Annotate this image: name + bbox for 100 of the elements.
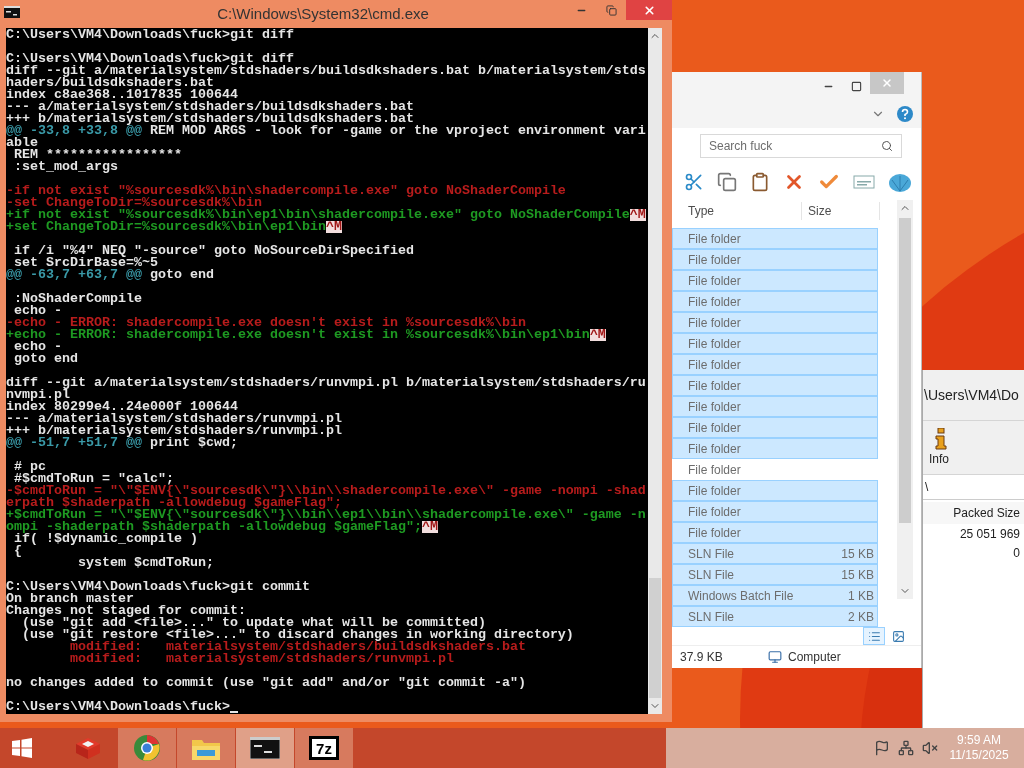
list-icon — [867, 629, 881, 643]
console-text: able — [6, 137, 38, 149]
scrollbar[interactable] — [897, 200, 913, 599]
console-icon — [4, 6, 20, 18]
console-text: +++ b/materialsystem/stdshaders/buildsdkshaders.bat — [6, 113, 414, 125]
console-text: C:\Users\VM4\Downloads\fuck>git diff — [6, 53, 294, 65]
added-line: +set ChangeToDir=%sourcesdk%\bin\ep1\bin — [6, 221, 326, 233]
file-type: File folder — [687, 335, 741, 353]
close-icon — [642, 3, 656, 17]
console-text: Changes not staged for commit: — [6, 605, 246, 617]
carriage-return-marker: ^M — [629, 209, 646, 221]
file-row[interactable]: File folder — [672, 249, 878, 270]
console-text: C:\Users\VM4\Downloads\fuck> — [6, 701, 230, 713]
file-size: 2 KB — [848, 608, 875, 626]
file-row[interactable]: File folder — [672, 312, 878, 333]
console-text: (use "git restore <file>..." to discard changes in working directory) — [21, 629, 574, 641]
file-row[interactable]: File folder — [672, 270, 878, 291]
file-size: 15 KB — [841, 566, 875, 584]
removed-line: -echo - ERROR: shadercompile.exe doesn't exist in %sourcesdk%\bin — [6, 317, 526, 329]
console-icon — [250, 737, 280, 759]
console-text: --- a/materialsystem/stdshaders/runvmpi.pl — [6, 413, 342, 425]
clipboard-icon[interactable] — [750, 172, 770, 192]
file-row[interactable]: File folder — [672, 228, 878, 249]
file-type: SLN File — [687, 545, 734, 563]
network-icon[interactable] — [898, 740, 914, 756]
console-text: (use "git add <file>..." to update what will be committed) — [22, 617, 486, 629]
console-text: { — [13, 545, 22, 557]
console-text: :set_mod_args — [13, 161, 118, 173]
console-text: On branch master — [6, 593, 134, 605]
file-row[interactable]: File folder — [672, 438, 878, 459]
close-button[interactable] — [626, 0, 672, 20]
restore-icon — [605, 4, 617, 16]
console-text: --- a/materialsystem/stdshaders/buildsdkshaders.bat — [6, 101, 414, 113]
console-text: echo - — [14, 305, 62, 317]
file-row[interactable]: File folder — [672, 375, 878, 396]
close-icon — [881, 77, 893, 89]
file-row[interactable]: File folder — [672, 354, 878, 375]
window-icon[interactable] — [853, 174, 875, 190]
scissors-icon[interactable] — [684, 172, 704, 192]
file-row[interactable]: File folder — [672, 480, 878, 501]
file-row[interactable]: File folder — [672, 291, 878, 312]
file-type: File folder — [687, 293, 741, 311]
info-button[interactable]: Info — [929, 427, 949, 468]
removed-line: erpath $shaderpath -allowdebug $gameFlag"; — [6, 497, 342, 509]
console-text: diff --git a/materialsystem/stdshaders/runvmpi.pl b/materialsystem/stdshaders/ru — [6, 377, 646, 389]
console-text: C:\Users\VM4\Downloads\fuck>git commit — [6, 581, 310, 593]
file-row[interactable]: File folder — [672, 333, 878, 354]
file-type: Windows Batch File — [687, 587, 794, 605]
flag-icon[interactable] — [874, 740, 890, 756]
file-row[interactable]: SLN File 2 KB — [672, 606, 878, 627]
file-type: File folder — [687, 230, 741, 248]
scrollbar-thumb[interactable] — [649, 578, 661, 698]
hunk-header: @@ -33,8 +33,8 @@ — [6, 125, 142, 137]
table-cell-text: 25 051 969 — [959, 525, 1020, 543]
file-row[interactable]: SLN File 15 KB — [672, 543, 878, 564]
address-field[interactable]: \ — [923, 478, 929, 496]
copy-icon[interactable] — [717, 172, 737, 192]
console-text: nvmpi.pl — [6, 389, 70, 401]
hunk-header: @@ -63,7 +63,7 @@ — [6, 269, 142, 281]
file-type: File folder — [687, 440, 741, 458]
file-row[interactable]: File folder — [672, 396, 878, 417]
console-text: +++ b/materialsystem/stdshaders/runvmpi.pl — [6, 425, 342, 437]
file-type: File folder — [687, 482, 741, 500]
status-location: Computer — [787, 649, 841, 666]
clock-time: 9:59 AM — [957, 733, 1001, 748]
help-icon[interactable] — [897, 106, 913, 122]
file-row[interactable]: Windows Batch File 1 KB — [672, 585, 878, 606]
windows-logo-icon — [12, 738, 32, 758]
search-field[interactable]: Search fuck — [700, 134, 902, 158]
console-text: :NoShaderCompile — [13, 293, 142, 305]
file-size: 1 KB — [848, 587, 875, 605]
details-view-button[interactable] — [863, 627, 885, 645]
added-line: +$cmdToRun = "\"$ENV{\"sourcesdk\"}\\bin\\ep1\\bin\\shadercompile.exe\" -game -n — [6, 509, 646, 521]
console-text: # pc — [13, 461, 46, 473]
console-text: system $cmdToRun; — [76, 557, 214, 569]
file-type: File folder — [687, 314, 741, 332]
file-row[interactable]: File folder — [672, 417, 878, 438]
taskbar-app[interactable]: 7z — [295, 728, 353, 768]
file-row[interactable]: File folder — [672, 501, 878, 522]
column-header[interactable]: Size — [802, 202, 880, 220]
file-type: File folder — [687, 524, 741, 542]
console-text: echo - — [13, 341, 62, 353]
file-row[interactable]: SLN File 15 KB — [672, 564, 878, 585]
file-type: File folder — [687, 398, 741, 416]
console-text: goto end — [13, 353, 78, 365]
scrollbar[interactable] — [648, 28, 662, 714]
console-text: index c8ae368..1017835 100644 — [6, 89, 238, 101]
window-title: \Users\VM4\Do — [923, 385, 1019, 405]
file-size: 15 KB — [841, 545, 875, 563]
globe-icon — [133, 734, 161, 762]
console-text: C:\Users\VM4\Downloads\fuck>git diff — [6, 29, 294, 41]
carriage-return-marker: ^M — [589, 329, 606, 341]
scrollbar-thumb[interactable] — [899, 218, 911, 523]
console-text: diff --git a/materialsystem/stdshaders/buildsdkshaders.bat b/materialsystem/stds — [6, 65, 646, 77]
taskbar-app[interactable] — [236, 728, 294, 768]
status-size: 37.9 KB — [679, 649, 724, 666]
file-row[interactable]: File folder — [672, 522, 878, 543]
removed-line: -$cmdToRun = "\"$ENV{\"sourcesdk\"}\\bin\\shadercompile.exe\" -game -nompi -shad — [6, 485, 646, 497]
shell-icon[interactable] — [888, 172, 912, 192]
volume-muted-icon[interactable] — [922, 740, 938, 756]
